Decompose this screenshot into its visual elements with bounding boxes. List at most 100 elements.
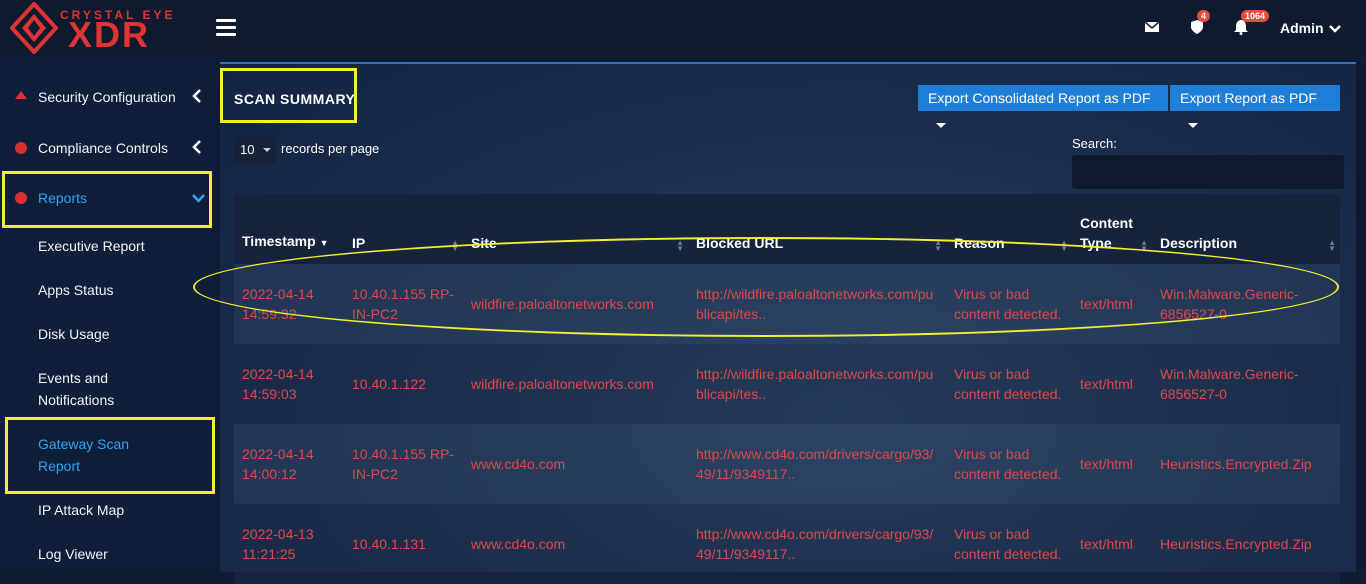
table-row[interactable]: 2022-04-14 14:59:03 10.40.1.122 wildfire… [234,344,1340,424]
cell-reason: Virus or bad content detected. [954,526,1062,562]
sidebar-item-label: Compliance Controls [38,140,168,156]
shield-badge: 4 [1197,10,1211,22]
cell-description: Win.Malware.Generic-6856527-0 [1160,366,1299,402]
cell-blocked-url[interactable]: http://www.cd4o.com/drivers/cargo/93/49/… [688,504,946,584]
cell-blocked-url[interactable]: http://www.cd4o.com/drivers/cargo/93/49/… [688,424,946,504]
table-row[interactable]: 2022-04-13 11:21:25 10.40.1.131 www.cd4o… [234,504,1340,584]
cell-site: wildfire.paloaltonetworks.com [471,376,654,392]
sidebar-subitem-log-viewer[interactable]: Log Viewer [38,543,108,565]
column-label: Content Type [1080,215,1133,251]
records-per-page-label: records per page [281,141,380,156]
button-label: Export Report as PDF [1180,90,1317,106]
column-label: Blocked URL [696,235,784,251]
sidebar-subitem-executive-report[interactable]: Executive Report [38,235,145,257]
cell-timestamp: 2022-04-14 14:59:32 [242,286,314,322]
chevron-down-icon [1329,25,1342,33]
sort-icon: ▲ ▼ [1140,238,1148,253]
scan-summary-table: Timestamp ▼ IP ▲ ▼ Site ▲ ▼ Blocked URL ▲ ▼ Rea… [234,194,1340,584]
column-header-site[interactable]: Site ▲ ▼ [463,194,688,264]
envelope-icon[interactable] [1144,20,1160,38]
column-label: Description [1160,235,1238,251]
reports-highlight [2,171,212,228]
column-label: Timestamp [242,233,316,249]
cell-description: Heuristics.Encrypted.Zip [1160,456,1312,472]
search-label: Search: [1072,136,1117,151]
cell-content-type: text/html [1080,536,1133,552]
table-header-row: Timestamp ▼ IP ▲ ▼ Site ▲ ▼ Blocked URL ▲ ▼ Rea… [234,194,1340,264]
cell-content-type: text/html [1080,296,1133,312]
user-menu[interactable]: Admin [1280,20,1342,36]
shield-icon[interactable] [1191,20,1203,39]
user-name: Admin [1280,20,1324,36]
cell-timestamp: 2022-04-13 11:21:25 [242,526,314,562]
sort-icon: ▲ ▼ [1328,238,1336,253]
cell-description: Heuristics.Encrypted.Zip [1160,536,1312,552]
sidebar-subitem-events-and-notifications[interactable]: Events and Notifications [38,367,148,411]
caret-down-icon [1188,122,1198,128]
table-row[interactable]: 2022-04-14 14:00:12 10.40.1.155 RP-IN-PC… [234,424,1340,504]
menu-toggle-icon[interactable] [216,19,236,37]
search-input[interactable] [1072,155,1344,189]
export-report-button[interactable]: Export Report as PDF [1170,85,1340,128]
cell-ip: 10.40.1.155 RP-IN-PC2 [352,286,454,322]
caret-down-icon [936,122,946,128]
scrollbar[interactable] [1356,62,1366,570]
button-label: Export Consolidated Report as PDF [928,90,1151,106]
sort-icon: ▲ ▼ [451,238,459,253]
column-header-reason[interactable]: Reason ▲ ▼ [946,194,1072,264]
sidebar-item-compliance-controls[interactable]: Compliance Controls [0,128,214,168]
export-consolidated-report-button[interactable]: Export Consolidated Report as PDF [918,85,1168,128]
notification-badge: 1064 [1241,10,1270,22]
column-header-ip[interactable]: IP ▲ ▼ [344,194,463,264]
cell-ip: 10.40.1.131 [352,536,426,552]
column-label: Reason [954,235,1005,251]
top-bar: CRYSTAL EYE XDR 4 1064 Admin [0,0,1366,56]
sidebar: Security Configuration Compliance Contro… [0,56,215,570]
crystal-eye-logo-icon [10,2,58,54]
column-header-timestamp[interactable]: Timestamp ▼ [234,194,344,264]
cell-ip: 10.40.1.122 [352,376,426,392]
chevron-left-icon [192,89,201,106]
cell-timestamp: 2022-04-14 14:00:12 [242,446,314,482]
column-header-blocked-url[interactable]: Blocked URL ▲ ▼ [688,194,946,264]
brand-name-bottom: XDR [68,14,151,55]
bell-icon[interactable] [1234,20,1248,40]
cell-ip: 10.40.1.155 RP-IN-PC2 [352,446,454,482]
cell-reason: Virus or bad content detected. [954,366,1062,402]
sidebar-item-label: Security Configuration [38,89,176,105]
column-label: IP [352,235,366,251]
cell-description: Win.Malware.Generic-6856527-0 [1160,286,1299,322]
cell-site: wildfire.paloaltonetworks.com [471,296,654,312]
scan-summary-panel: SCAN SUMMARY Export Consolidated Report … [220,62,1356,584]
caret-down-icon [263,148,271,152]
chevron-left-icon [192,140,201,157]
cell-reason: Virus or bad content detected. [954,446,1062,482]
cell-content-type: text/html [1080,456,1133,472]
gateway-scan-report-highlight [5,417,215,494]
sort-icon: ▲ ▼ [934,238,942,253]
sort-icon: ▲ ▼ [676,238,684,253]
cell-site: www.cd4o.com [471,536,566,552]
security-icon [15,91,27,99]
sidebar-item-security-configuration[interactable]: Security Configuration [0,77,214,117]
brand-logo[interactable]: CRYSTAL EYE XDR [10,2,185,58]
compliance-icon [15,142,27,154]
select-value: 10 [240,142,255,157]
cell-timestamp: 2022-04-14 14:59:03 [242,366,314,402]
title-highlight [220,68,357,123]
cell-reason: Virus or bad content detected. [954,286,1062,322]
sort-icon: ▲ ▼ [1060,238,1068,253]
sidebar-subitem-disk-usage[interactable]: Disk Usage [38,323,110,345]
column-label: Site [471,235,497,251]
column-header-content-type[interactable]: Content Type ▲ ▼ [1072,194,1152,264]
sidebar-subitem-apps-status[interactable]: Apps Status [38,279,114,301]
cell-content-type: text/html [1080,376,1133,392]
column-header-description[interactable]: Description ▲ ▼ [1152,194,1340,264]
sidebar-subitem-ip-attack-map[interactable]: IP Attack Map [38,499,124,521]
records-per-page-select[interactable]: 10 [234,137,276,163]
table-row[interactable]: 2022-04-14 14:59:32 10.40.1.155 RP-IN-PC… [234,264,1340,344]
cell-blocked-url[interactable]: http://wildfire.paloaltonetworks.com/pub… [688,344,946,424]
cell-blocked-url[interactable]: http://wildfire.paloaltonetworks.com/pub… [688,264,946,344]
sort-desc-icon: ▼ [319,238,329,248]
cell-site: www.cd4o.com [471,456,566,472]
